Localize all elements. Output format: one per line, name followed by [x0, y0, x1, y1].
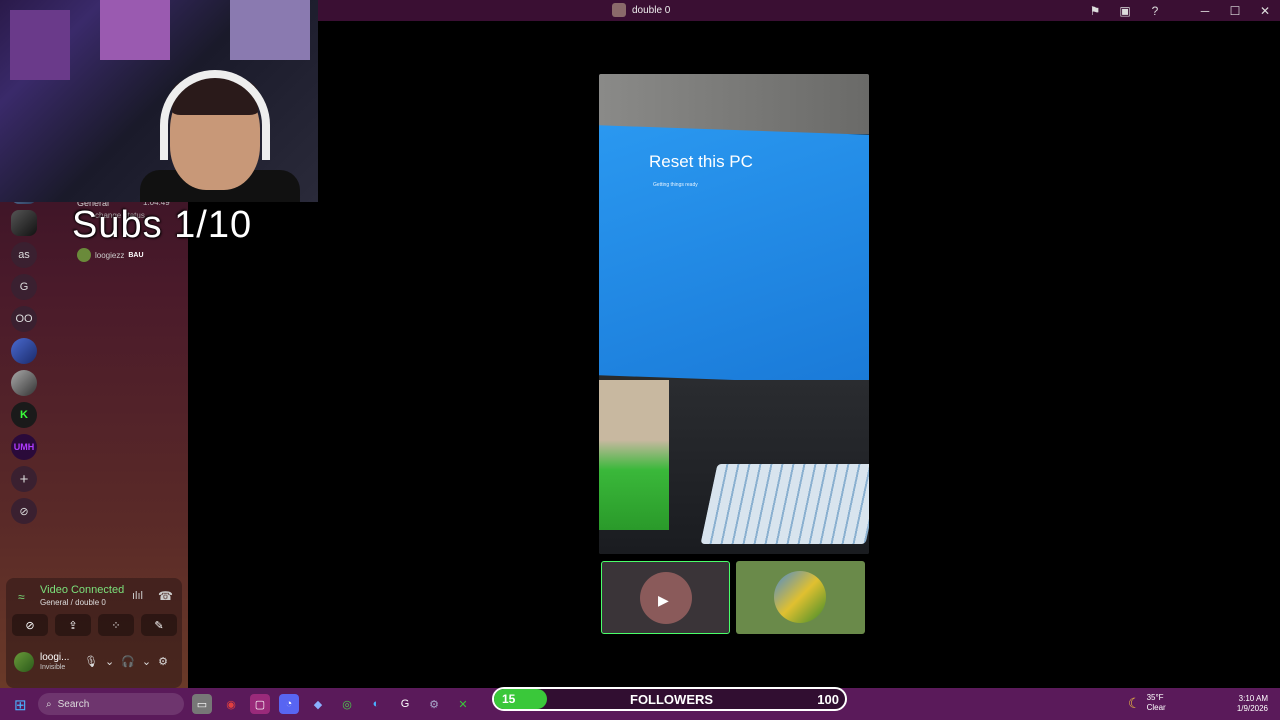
webcam-overlay [0, 0, 318, 202]
participant-tile-2[interactable] [736, 561, 865, 634]
maximize-icon[interactable]: ☐ [1220, 4, 1250, 18]
video-camera-icon: ▶ [658, 592, 669, 608]
followers-goal-bar: 15 FOLLOWERS 100 [492, 687, 847, 711]
weather-widget[interactable]: ☾ 35°F Clear [1128, 693, 1166, 713]
user-panel: loogi... Invisible 🎙 ⌄ 🎧 ⌄ ⚙ [6, 650, 182, 678]
discord-icon[interactable]: ◔ [279, 694, 299, 714]
chevron-down-icon[interactable]: ⌄ [142, 655, 151, 668]
system-clock[interactable]: 3:10 AM 1/9/2026 [1230, 694, 1268, 714]
windows-start-icon[interactable]: ⊞ [14, 696, 27, 714]
app-icon[interactable]: ◐ [366, 694, 386, 714]
screen-subtitle: Getting things ready [653, 182, 698, 188]
search-label: Search [57, 698, 90, 710]
weather-temp: 35°F [1146, 693, 1164, 702]
minimize-icon[interactable]: ─ [1190, 4, 1220, 18]
followers-goal: 100 [817, 692, 839, 707]
voice-status: Video Connected [40, 584, 125, 596]
screen-share-button[interactable]: ⇪ [55, 614, 91, 636]
help-icon[interactable]: ? [1140, 4, 1170, 18]
add-server-icon[interactable]: + [11, 466, 37, 492]
server-item-6[interactable] [11, 338, 37, 364]
user-tag: BAU [128, 251, 144, 259]
taskbar-search[interactable]: ⌕ Search [38, 693, 184, 715]
settings-icon[interactable]: ⚙ [158, 655, 168, 668]
poster [100, 0, 170, 60]
settings-icon[interactable]: ⚙ [424, 694, 444, 714]
followers-label: FOLLOWERS [630, 692, 714, 707]
moon-icon: ☾ [1128, 694, 1141, 711]
main-video[interactable]: Reset this PC Getting things ready [599, 74, 869, 554]
clock-date: 1/9/2026 [1236, 704, 1268, 713]
participant-tile-1[interactable]: ▶ [601, 561, 730, 634]
followers-current: 15 [502, 692, 516, 706]
poster [10, 10, 70, 80]
steam-icon[interactable]: ◆ [308, 694, 328, 714]
server-item-kick[interactable]: K [11, 402, 37, 428]
keyboard [700, 464, 869, 544]
clock-time: 3:10 AM [1238, 694, 1268, 703]
server-item-squad[interactable] [11, 370, 37, 396]
weather-condition: Clear [1146, 703, 1166, 712]
soundboard-button[interactable]: ✎ [141, 614, 177, 636]
server-icon [612, 3, 626, 17]
close-icon[interactable]: ✕ [1250, 4, 1280, 18]
avatar[interactable] [14, 652, 34, 672]
server-rail: as G OO K UMH + ⊘ [6, 178, 42, 530]
noise-suppression-icon[interactable]: ılıl [132, 590, 143, 602]
xbox-icon[interactable]: ✕ [453, 694, 473, 714]
voice-location[interactable]: General / double 0 [40, 598, 106, 607]
window-title-text: double 0 [632, 4, 671, 16]
signal-icon: ≈ [18, 590, 25, 604]
discover-icon[interactable]: ⊘ [11, 498, 37, 524]
logitech-icon[interactable]: G [395, 694, 415, 714]
voice-user-name: loogiezz [95, 250, 125, 260]
user-status: Invisible [40, 664, 66, 671]
taskbar-apps: ▭ ◉ ▢ ◔ ◆ ◎ ◐ G ⚙ ✕ [192, 694, 473, 714]
mic-icon[interactable]: 🎙 [84, 655, 98, 668]
server-item-umh[interactable]: UMH [11, 434, 37, 460]
headset-icon[interactable]: 🎧 [121, 655, 135, 668]
camera-off-button[interactable]: ⊘ [12, 614, 48, 636]
video-background [599, 74, 869, 134]
chrome-icon[interactable]: ◎ [337, 694, 357, 714]
server-item-g[interactable]: G [11, 274, 37, 300]
server-item-as[interactable]: as [11, 242, 37, 268]
server-item-oo[interactable]: OO [11, 306, 37, 332]
poster [230, 0, 310, 60]
user-name: loogi... [40, 652, 70, 663]
activities-button[interactable]: ⁘ [98, 614, 134, 636]
avatar [774, 571, 826, 623]
subs-counter: Subs 1/10 [72, 204, 253, 246]
voice-user[interactable]: loogiezz BAU [77, 248, 144, 262]
screen-title: Reset this PC [649, 152, 753, 171]
app-icon[interactable]: ▢ [250, 694, 270, 714]
inbox-icon[interactable]: ▣ [1110, 4, 1140, 18]
figure [599, 380, 669, 530]
disconnect-icon[interactable]: ☎ [158, 589, 173, 603]
server-item-2[interactable] [11, 210, 37, 236]
chevron-down-icon[interactable]: ⌄ [105, 655, 114, 668]
flag-icon[interactable]: ⚑ [1080, 4, 1110, 18]
window-title: double 0 [612, 3, 670, 17]
task-view-icon[interactable]: ▭ [192, 694, 212, 714]
avatar [77, 248, 91, 262]
app-icon[interactable]: ◉ [221, 694, 241, 714]
search-icon: ⌕ [46, 698, 52, 710]
